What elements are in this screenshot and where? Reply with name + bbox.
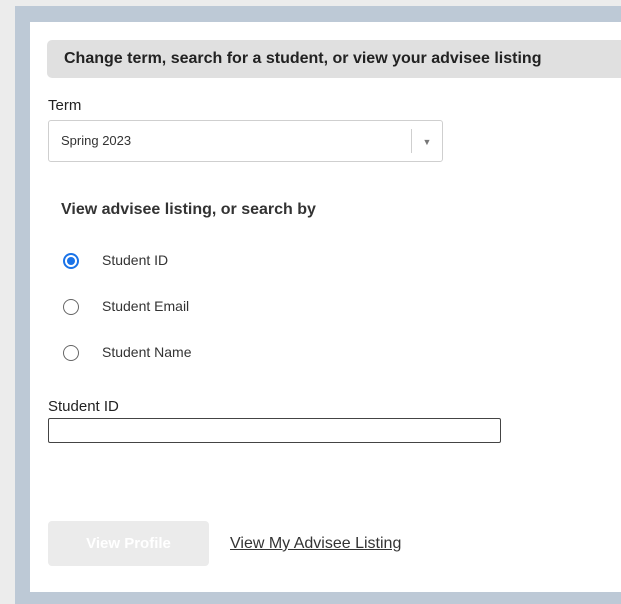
view-profile-button[interactable]: View Profile (48, 521, 209, 566)
radio-label: Student Name (102, 344, 192, 360)
panel-header: Change term, search for a student, or vi… (47, 40, 621, 78)
search-heading: View advisee listing, or search by (61, 201, 316, 218)
student-id-label: Student ID (48, 398, 119, 415)
student-id-input[interactable] (48, 418, 501, 443)
term-label: Term (48, 97, 82, 114)
radio-label: Student Email (102, 298, 190, 314)
term-dropdown-toggle[interactable]: ▼ (411, 129, 442, 153)
radio-button[interactable] (63, 345, 79, 361)
chevron-down-icon: ▼ (422, 137, 432, 147)
search-panel: Change term, search for a student, or vi… (30, 22, 621, 592)
term-select[interactable]: Spring 2023 ▼ (48, 120, 443, 162)
radio-button-selected[interactable] (63, 253, 79, 269)
radio-button[interactable] (63, 299, 79, 315)
term-selected-value: Spring 2023 (61, 133, 132, 148)
radio-label: Student ID (102, 252, 169, 268)
view-advisee-listing-link[interactable]: View My Advisee Listing (230, 535, 401, 553)
